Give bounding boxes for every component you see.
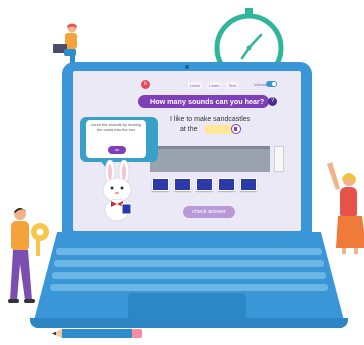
sentence-line-2: at the: [180, 126, 198, 133]
instruction-text: count the sounds by moving the cards int…: [91, 122, 141, 132]
app-logo: b: [141, 80, 150, 89]
question-banner: How many sounds can you hear?: [138, 95, 269, 108]
ok-button[interactable]: ok: [108, 146, 126, 154]
sound-card[interactable]: [152, 178, 169, 191]
tab-learn-2[interactable]: Learn: [207, 82, 222, 89]
sound-card[interactable]: [218, 178, 235, 191]
pencil-illustration: [52, 329, 142, 338]
sound-cards: [152, 178, 257, 191]
card-drop-slot[interactable]: [274, 146, 284, 172]
volume-toggle[interactable]: [266, 81, 277, 87]
card-drop-zone[interactable]: [150, 146, 270, 172]
sound-card[interactable]: [196, 178, 213, 191]
speaker-icon[interactable]: [231, 124, 241, 134]
bunny-mascot: [102, 160, 132, 222]
sound-card[interactable]: [240, 178, 257, 191]
woman-illustration: [327, 162, 364, 254]
check-answer-button[interactable]: check answer: [183, 206, 235, 218]
tab-learn[interactable]: Learn: [188, 82, 203, 89]
help-icon[interactable]: ?: [268, 97, 277, 106]
sentence-line-1: I like to make sandcastles: [170, 116, 251, 123]
header-tabs: Learn Learn Test: [188, 82, 238, 89]
tab-test[interactable]: Test: [226, 82, 238, 89]
laptop-lip: [30, 318, 348, 328]
touchpad: [128, 293, 246, 319]
webcam-dot: [185, 65, 189, 69]
sound-card[interactable]: [174, 178, 191, 191]
